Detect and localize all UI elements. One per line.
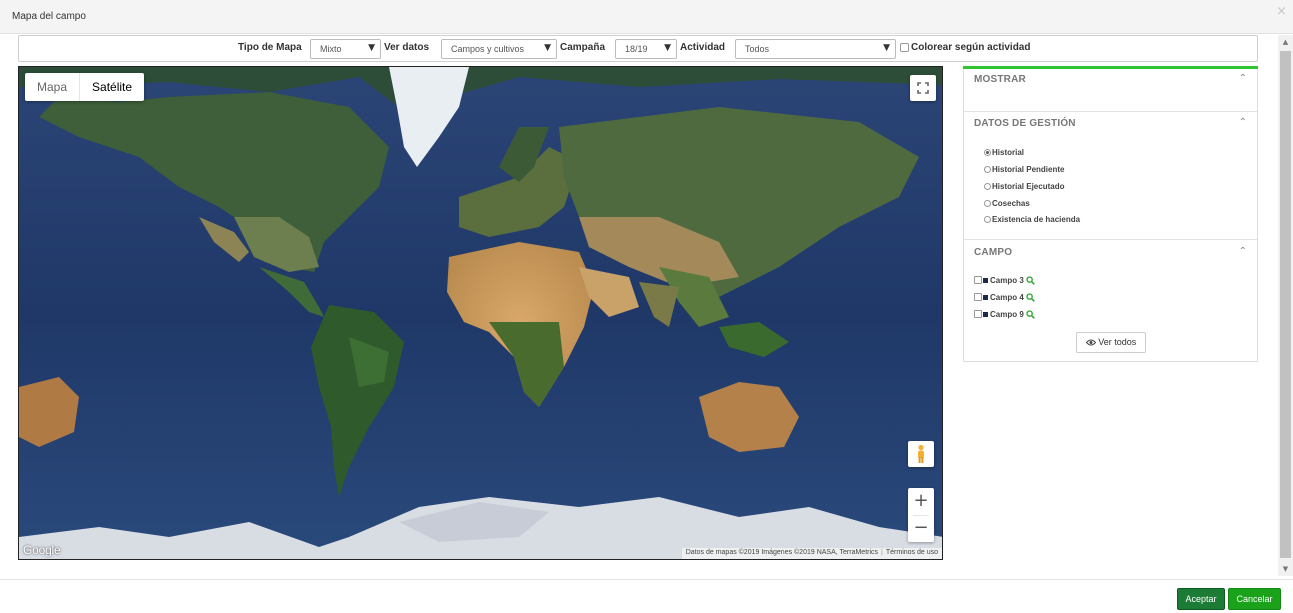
campo-checkbox[interactable] xyxy=(974,310,982,318)
radio-button[interactable] xyxy=(984,149,991,156)
radio-label: Existencia de hacienda xyxy=(992,215,1081,224)
colorear-checkbox[interactable] xyxy=(900,43,909,52)
modal-footer: Aceptar Cancelar xyxy=(0,579,1293,613)
chevron-down-icon: ▼ xyxy=(368,43,375,53)
scrollbar-thumb[interactable] xyxy=(1280,51,1291,558)
modal-title: Mapa del campo xyxy=(12,11,86,22)
chevron-down-icon: ▼ xyxy=(544,43,551,53)
map-attribution: Datos de mapas ©2019 Imágenes ©2019 NASA… xyxy=(681,548,942,559)
map-type-mapa-button[interactable]: Mapa xyxy=(25,73,81,101)
campana-select[interactable]: 18/19 ▼ xyxy=(615,39,677,59)
world-satellite-imagery xyxy=(19,67,942,559)
aceptar-button[interactable]: Aceptar xyxy=(1177,588,1225,610)
map-type-satelite-button[interactable]: Satélite xyxy=(80,73,144,101)
campana-value: 18/19 xyxy=(625,44,648,54)
campo-checkbox[interactable] xyxy=(974,276,982,284)
campo-label: Campo 9 xyxy=(990,310,1024,319)
radio-historial[interactable]: Historial xyxy=(984,148,1024,160)
actividad-select[interactable]: Todos ▼ xyxy=(735,39,896,59)
terms-link[interactable]: Términos de uso xyxy=(886,549,938,556)
radio-button[interactable] xyxy=(984,166,991,173)
radio-label: Historial xyxy=(992,148,1025,157)
zoom-control: + − xyxy=(908,488,934,542)
section-divider xyxy=(964,111,1257,112)
map-filters-toolbar: Tipo de Mapa Mixto ▼ Ver datos Campos y … xyxy=(18,35,1258,62)
ver-datos-select[interactable]: Campos y cultivos ▼ xyxy=(441,39,557,59)
campo-color-swatch xyxy=(983,295,988,300)
chevron-down-icon: ▼ xyxy=(883,43,890,53)
ver-todos-label: Ver todos xyxy=(1098,337,1137,347)
section-divider xyxy=(964,239,1257,240)
radio-button[interactable] xyxy=(984,183,991,190)
ver-datos-label: Ver datos xyxy=(384,42,430,53)
campana-label: Campaña xyxy=(560,42,606,53)
radio-label: Historial Pendiente xyxy=(992,165,1065,174)
chevron-up-icon[interactable]: ⌃ xyxy=(1239,117,1247,128)
tipo-mapa-value: Mixto xyxy=(320,44,342,54)
radio-label: Historial Ejecutado xyxy=(992,182,1065,191)
campo-label: Campo 3 xyxy=(990,276,1024,285)
campo-color-swatch xyxy=(983,278,988,283)
radio-label: Cosechas xyxy=(992,199,1030,208)
colorear-label: Colorear según actividad xyxy=(911,42,1031,53)
campo-label: Campo 4 xyxy=(990,293,1024,302)
chevron-down-icon: ▼ xyxy=(664,43,671,53)
modal-scrollbar[interactable]: ▲ ▼ xyxy=(1278,35,1293,576)
zoom-out-button[interactable]: − xyxy=(908,515,934,542)
radio-cosechas[interactable]: Cosechas xyxy=(984,199,1030,211)
tipo-mapa-select[interactable]: Mixto ▼ xyxy=(310,39,381,59)
modal-header: Mapa del campo × xyxy=(0,0,1293,34)
radio-button[interactable] xyxy=(984,216,991,223)
cancelar-button[interactable]: Cancelar xyxy=(1228,588,1281,610)
section-mostrar-title[interactable]: MOSTRAR xyxy=(974,74,1026,85)
satellite-map[interactable]: Mapa Satélite + − Google Datos de mapas … xyxy=(18,66,943,560)
chevron-up-icon[interactable]: ⌃ xyxy=(1239,73,1247,84)
radio-button[interactable] xyxy=(984,200,991,207)
campo-item: Campo 4 xyxy=(974,293,1035,305)
actividad-label: Actividad xyxy=(680,42,726,53)
campo-checkbox[interactable] xyxy=(974,293,982,301)
panel-accent-bar xyxy=(963,66,1258,69)
tipo-mapa-label: Tipo de Mapa xyxy=(238,42,302,53)
radio-historial-pendiente[interactable]: Historial Pendiente xyxy=(984,165,1064,177)
fullscreen-icon[interactable] xyxy=(910,75,936,101)
section-campo-title[interactable]: CAMPO xyxy=(974,247,1012,258)
section-gestion-title[interactable]: DATOS DE GESTIÓN xyxy=(974,118,1076,129)
zoom-to-icon[interactable] xyxy=(1026,276,1035,285)
map-type-control: Mapa Satélite xyxy=(25,73,145,101)
zoom-in-button[interactable]: + xyxy=(908,488,934,515)
zoom-to-icon[interactable] xyxy=(1026,310,1035,319)
campo-color-swatch xyxy=(983,312,988,317)
actividad-value: Todos xyxy=(745,44,770,54)
scroll-down-icon[interactable]: ▼ xyxy=(1278,562,1293,576)
chevron-up-icon[interactable]: ⌃ xyxy=(1239,246,1247,257)
zoom-to-icon[interactable] xyxy=(1026,293,1035,302)
ver-datos-value: Campos y cultivos xyxy=(451,44,525,54)
attribution-text: Datos de mapas ©2019 Imágenes ©2019 NASA… xyxy=(685,549,879,556)
filters-panel: MOSTRAR ⌃ DATOS DE GESTIÓN ⌃ Historial H… xyxy=(963,66,1258,362)
radio-existencia-hacienda[interactable]: Existencia de hacienda xyxy=(984,215,1080,227)
campo-item: Campo 3 xyxy=(974,276,1035,288)
google-logo: Google xyxy=(23,543,61,557)
close-icon[interactable]: × xyxy=(1276,4,1287,19)
radio-historial-ejecutado[interactable]: Historial Ejecutado xyxy=(984,182,1064,194)
eye-icon xyxy=(1085,339,1096,346)
pegman-icon[interactable] xyxy=(908,441,934,467)
ver-todos-button[interactable]: Ver todos xyxy=(1076,332,1146,353)
scroll-up-icon[interactable]: ▲ xyxy=(1278,35,1293,49)
campo-item: Campo 9 xyxy=(974,310,1035,322)
